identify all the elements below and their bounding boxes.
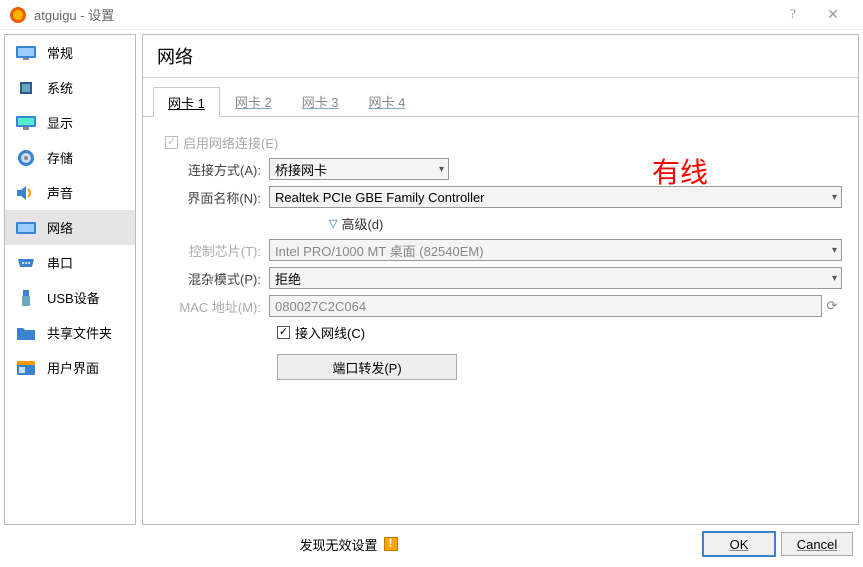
sidebar-item-ui[interactable]: 用户界面	[5, 350, 135, 385]
mac-label: MAC 地址(M):	[159, 297, 269, 316]
disk-icon	[15, 149, 37, 167]
sidebar-item-shared[interactable]: 共享文件夹	[5, 315, 135, 350]
sidebar-item-general[interactable]: 常规	[5, 35, 135, 70]
chip-icon	[15, 79, 37, 97]
promisc-label: 混杂模式(P):	[159, 269, 269, 288]
chipset-select: Intel PRO/1000 MT 桌面 (82540EM)	[269, 239, 842, 261]
help-button[interactable]: ?	[773, 7, 813, 23]
tab-adapter3[interactable]: 网卡 3	[287, 86, 354, 116]
sidebar-item-system[interactable]: 系统	[5, 70, 135, 105]
sidebar-item-label: 显示	[47, 113, 73, 132]
sidebar-item-display[interactable]: 显示	[5, 105, 135, 140]
advanced-toggle[interactable]: 高级(d)	[329, 214, 383, 233]
ok-button[interactable]: OK	[703, 532, 775, 556]
sidebar-item-label: USB设备	[47, 288, 100, 307]
settings-sidebar: 常规 系统 显示 存储 声音 网络 串口 USB设备	[4, 34, 136, 525]
sidebar-item-label: 存储	[47, 148, 73, 167]
titlebar: atguigu - 设置 ? ✕	[0, 0, 863, 30]
serial-icon	[15, 254, 37, 272]
sidebar-item-label: 网络	[47, 218, 73, 237]
port-forwarding-button[interactable]: 端口转发(P)	[277, 354, 457, 380]
adapter-tabs: 网卡 1 网卡 2 网卡 3 网卡 4	[143, 78, 858, 117]
attach-label: 连接方式(A):	[159, 160, 269, 179]
sidebar-item-storage[interactable]: 存储	[5, 140, 135, 175]
enable-network-checkbox[interactable]: ✓	[165, 136, 178, 149]
sidebar-item-serial[interactable]: 串口	[5, 245, 135, 280]
sidebar-item-usb[interactable]: USB设备	[5, 280, 135, 315]
usb-icon	[15, 289, 37, 307]
tab-adapter1[interactable]: 网卡 1	[153, 87, 220, 117]
ui-icon	[15, 359, 37, 377]
refresh-mac-icon[interactable]: ⟳	[822, 298, 842, 314]
speaker-icon	[15, 184, 37, 202]
dialog-footer: 发现无效设置 OK Cancel	[0, 529, 863, 563]
sidebar-item-audio[interactable]: 声音	[5, 175, 135, 210]
monitor-icon	[15, 44, 37, 62]
sidebar-item-label: 用户界面	[47, 358, 99, 377]
sidebar-item-label: 常规	[47, 43, 73, 62]
sidebar-item-label: 系统	[47, 78, 73, 97]
display-icon	[15, 114, 37, 132]
folder-icon	[15, 324, 37, 342]
panel-title: 网络	[143, 35, 858, 78]
tab-adapter2[interactable]: 网卡 2	[220, 86, 287, 116]
status-text: 发现无效设置	[0, 535, 697, 554]
app-logo-icon	[10, 7, 26, 23]
cancel-button[interactable]: Cancel	[781, 532, 853, 556]
content-panel: 网络 网卡 1 网卡 2 网卡 3 网卡 4 有线 ✓ 启用网络连接(E) 连接…	[142, 34, 859, 525]
network-form: 有线 ✓ 启用网络连接(E) 连接方式(A): 桥接网卡 界面名称(N): Re…	[143, 117, 858, 390]
sidebar-item-label: 声音	[47, 183, 73, 202]
window-title: atguigu - 设置	[34, 5, 114, 24]
sidebar-item-label: 串口	[47, 253, 73, 272]
annotation-text: 有线	[652, 151, 708, 191]
sidebar-item-network[interactable]: 网络	[5, 210, 135, 245]
mac-input[interactable]: 080027C2C064	[269, 295, 822, 317]
sidebar-item-label: 共享文件夹	[47, 323, 112, 342]
promisc-select[interactable]: 拒绝	[269, 267, 842, 289]
tab-adapter4[interactable]: 网卡 4	[354, 86, 421, 116]
interface-name-select[interactable]: Realtek PCIe GBE Family Controller	[269, 186, 842, 208]
close-button[interactable]: ✕	[813, 6, 853, 23]
name-label: 界面名称(N):	[159, 188, 269, 207]
enable-network-label: 启用网络连接(E)	[183, 133, 278, 152]
network-icon	[15, 219, 37, 237]
cable-connected-checkbox[interactable]: ✓	[277, 326, 290, 339]
chipset-label: 控制芯片(T):	[159, 241, 269, 260]
warning-icon[interactable]	[384, 537, 398, 551]
attach-select[interactable]: 桥接网卡	[269, 158, 449, 180]
cable-connected-label: 接入网线(C)	[295, 323, 365, 342]
